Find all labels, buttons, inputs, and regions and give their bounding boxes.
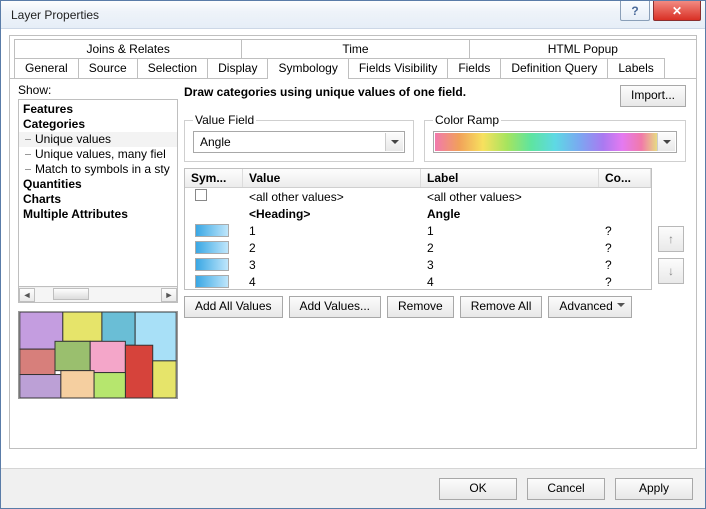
grid-row-all-other[interactable]: <all other values> <all other values> — [185, 188, 651, 205]
chevron-down-icon — [617, 303, 625, 311]
col-value[interactable]: Value — [243, 169, 421, 187]
tab-symbology[interactable]: Symbology — [267, 58, 348, 79]
tab-time[interactable]: Time — [241, 39, 469, 58]
symbol-swatch[interactable] — [195, 258, 229, 271]
col-count[interactable]: Co... — [599, 169, 651, 187]
tree-features[interactable]: Features — [19, 102, 177, 117]
col-label[interactable]: Label — [421, 169, 599, 187]
import-button[interactable]: Import... — [620, 85, 686, 107]
tree-match-symbols[interactable]: Match to symbols in a sty — [19, 162, 177, 177]
color-ramp-swatch — [435, 133, 675, 151]
scroll-thumb[interactable] — [53, 288, 89, 300]
help-button[interactable]: ? — [620, 1, 650, 21]
preview-map-icon — [19, 312, 177, 398]
tab-joins-relates[interactable]: Joins & Relates — [14, 39, 242, 58]
symbol-swatch[interactable] — [195, 241, 229, 254]
tab-display[interactable]: Display — [207, 58, 268, 78]
tree-categories[interactable]: Categories — [19, 117, 177, 132]
close-icon: ✕ — [672, 4, 682, 18]
tab-selection[interactable]: Selection — [137, 58, 208, 78]
value-field-dropdown[interactable]: Angle — [193, 131, 405, 153]
right-column: Draw categories using unique values of o… — [182, 83, 688, 444]
tab-definition-query[interactable]: Definition Query — [500, 58, 608, 78]
help-icon: ? — [631, 4, 638, 18]
grid-row[interactable]: 4 4 ? — [185, 273, 651, 290]
apply-button[interactable]: Apply — [615, 478, 693, 500]
move-up-button[interactable]: ↑ — [658, 226, 684, 252]
tree-unique-values-many[interactable]: Unique values, many fiel — [19, 147, 177, 162]
layer-properties-dialog: Layer Properties ? ✕ Joins & Relates Tim… — [0, 0, 706, 509]
symbol-swatch[interactable] — [195, 224, 229, 237]
close-button[interactable]: ✕ — [653, 1, 701, 21]
value-field-value: Angle — [200, 135, 231, 149]
arrow-up-icon: ↑ — [668, 232, 674, 246]
grid-header: Sym... Value Label Co... — [185, 169, 651, 188]
symbol-swatch[interactable] — [195, 275, 229, 288]
all-other-checkbox[interactable] — [195, 189, 207, 201]
tab-general[interactable]: General — [14, 58, 79, 78]
grid-row[interactable]: 1 1 ? — [185, 222, 651, 239]
dialog-footer: OK Cancel Apply — [1, 468, 705, 508]
tab-html-popup[interactable]: HTML Popup — [469, 39, 697, 58]
grid-row[interactable]: 2 2 ? — [185, 239, 651, 256]
left-column: Show: Features Categories Unique values … — [18, 83, 178, 444]
col-symbol[interactable]: Sym... — [185, 169, 243, 187]
tree-unique-values[interactable]: Unique values — [19, 132, 177, 147]
layer-preview — [18, 311, 178, 399]
color-ramp-group: Color Ramp — [424, 113, 686, 162]
tabs-row-2: General Source Selection Display Symbolo… — [10, 58, 696, 78]
remove-button[interactable]: Remove — [387, 296, 454, 318]
chevron-down-icon — [657, 133, 675, 151]
remove-all-button[interactable]: Remove All — [460, 296, 543, 318]
color-ramp-legend: Color Ramp — [433, 113, 501, 127]
tree-multiple-attributes[interactable]: Multiple Attributes — [19, 207, 177, 222]
add-values-button[interactable]: Add Values... — [289, 296, 382, 318]
value-field-group: Value Field Angle — [184, 113, 414, 162]
tabs-row-1: Joins & Relates Time HTML Popup — [10, 39, 696, 58]
chevron-down-icon — [385, 133, 403, 151]
tab-strip: Joins & Relates Time HTML Popup General … — [9, 35, 697, 449]
color-ramp-dropdown[interactable] — [433, 131, 677, 153]
description-text: Draw categories using unique values of o… — [184, 85, 612, 99]
ok-button[interactable]: OK — [439, 478, 517, 500]
tab-body: Show: Features Categories Unique values … — [10, 78, 696, 448]
categories-grid[interactable]: Sym... Value Label Co... <all other valu… — [184, 168, 652, 290]
scroll-track[interactable] — [35, 288, 161, 302]
tree-quantities[interactable]: Quantities — [19, 177, 177, 192]
show-tree[interactable]: Features Categories Unique values Unique… — [18, 99, 178, 287]
show-label: Show: — [18, 83, 178, 97]
window-controls: ? ✕ — [620, 1, 701, 21]
grid-row-heading[interactable]: <Heading> Angle — [185, 205, 651, 222]
tree-charts[interactable]: Charts — [19, 192, 177, 207]
content-area: Joins & Relates Time HTML Popup General … — [1, 29, 705, 468]
window-title: Layer Properties — [11, 8, 99, 22]
reorder-buttons: ↑ ↓ — [658, 168, 686, 290]
tab-fields-visibility[interactable]: Fields Visibility — [348, 58, 448, 78]
advanced-button[interactable]: Advanced — [548, 296, 631, 318]
cancel-button[interactable]: Cancel — [527, 478, 605, 500]
tab-source[interactable]: Source — [78, 58, 138, 78]
add-all-values-button[interactable]: Add All Values — [184, 296, 283, 318]
tab-fields[interactable]: Fields — [447, 58, 501, 78]
titlebar: Layer Properties ? ✕ — [1, 1, 705, 29]
grid-row[interactable]: 3 3 ? — [185, 256, 651, 273]
scroll-left-icon[interactable]: ◄ — [19, 288, 35, 302]
move-down-button[interactable]: ↓ — [658, 258, 684, 284]
tree-scrollbar[interactable]: ◄ ► — [18, 287, 178, 303]
grid-action-buttons: Add All Values Add Values... Remove Remo… — [182, 296, 688, 318]
tab-labels[interactable]: Labels — [607, 58, 664, 78]
arrow-down-icon: ↓ — [668, 264, 674, 278]
value-field-legend: Value Field — [193, 113, 256, 127]
scroll-right-icon[interactable]: ► — [161, 288, 177, 302]
